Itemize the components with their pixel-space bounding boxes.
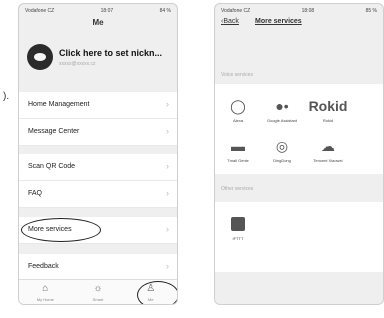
menu-item-faq[interactable]: FAQ › [19,181,177,208]
battery: 85 % [365,8,377,14]
page-label: ). [3,91,10,102]
highlight-oval [137,281,177,304]
page-title: More services [255,18,302,25]
service-tmall-genie[interactable]: ▬ Tmall Genie [219,136,257,163]
phone-more-services-screen: Vodafone CZ 18:08 85 % ‹Back More servic… [214,3,384,305]
menu-item-label: FAQ [28,190,43,197]
chevron-right-icon: › [166,188,169,198]
service-name: DingDong [273,158,291,163]
menu-item-message-center[interactable]: Message Center › [19,119,177,146]
google-assistant-icon: ●• [275,98,289,114]
chevron-right-icon: › [166,224,169,234]
chevron-right-icon: › [166,161,169,171]
other-services-card: IFTTT [215,202,383,272]
alexa-icon: ◯ [230,97,246,114]
service-dingdong[interactable]: ◎ DingDong [263,136,301,164]
section-header-other: Other services [221,186,254,192]
service-google-assistant[interactable]: ●• Google Assistant [263,96,301,123]
clock: 18:07 [100,8,114,14]
menu-item-label: Message Center [28,128,80,135]
menu-item-scan-qr[interactable]: Scan QR Code › [19,154,177,181]
status-bar: Vodafone CZ 18:07 84 % [25,8,171,16]
rokid-icon: Rokid [308,98,348,114]
chevron-right-icon: › [166,126,169,136]
phone-me-screen: Vodafone CZ 18:07 84 % Me Click here to … [18,3,178,305]
service-name: Alexa [232,118,243,123]
service-rokid[interactable]: Rokid Rokid [308,96,348,123]
tab-label: My Home [36,297,54,302]
service-name: Tmall Genie [227,158,249,163]
ifttt-icon [219,214,257,234]
service-name: Rokid [322,118,334,123]
tab-label: Smart [92,297,104,302]
menu-item-label: Feedback [28,263,59,270]
menu-item-home-management[interactable]: Home Management › [19,92,177,119]
carrier: Vodafone CZ [25,8,55,14]
service-name: Google Assistant [266,118,298,123]
profile-name[interactable]: Click here to set nickn... [59,48,162,58]
tencent-icon: ☁ [321,137,335,154]
section-header-voice: Voice services [221,72,253,78]
tmall-icon: ▬ [231,138,245,154]
dingdong-icon: ◎ [275,137,289,154]
menu-item-label: Scan QR Code [28,163,76,170]
service-name: Tencent Xiaowei [313,158,343,163]
highlight-oval [21,218,101,242]
carrier: Vodafone CZ [221,8,251,14]
back-label: Back [223,18,239,25]
tab-my-home[interactable]: ⌂ My Home [19,280,72,304]
service-alexa[interactable]: ◯ Alexa [219,96,257,124]
nav-bar: ‹Back More services [221,18,377,30]
profile-email: xxxxx@xxxxx.cz [59,61,96,67]
service-ifttt[interactable]: IFTTT [219,214,257,241]
avatar[interactable] [27,44,53,70]
profile-header[interactable]: Click here to set nickn... xxxxx@xxxxx.c… [27,38,173,78]
sun-icon: ☼ [93,283,103,294]
chevron-right-icon: › [166,99,169,109]
service-tencent-xiaowei[interactable]: ☁ Tencent Xiaowei [309,136,347,164]
chevron-right-icon: › [166,261,169,271]
battery: 84 % [159,8,171,14]
page-title: Me [92,18,104,27]
tab-smart[interactable]: ☼ Smart [72,280,125,304]
menu-item-label: Home Management [28,101,90,108]
status-bar: Vodafone CZ 18:08 85 % [221,8,377,16]
service-name: IFTTT [232,236,244,241]
voice-services-card: ◯ Alexa ●• Google Assistant Rokid Rokid … [215,84,383,174]
clock: 18:08 [301,8,315,14]
back-button[interactable]: ‹Back [221,18,239,25]
menu-item-feedback[interactable]: Feedback › [19,254,177,281]
home-icon: ⌂ [42,283,49,294]
